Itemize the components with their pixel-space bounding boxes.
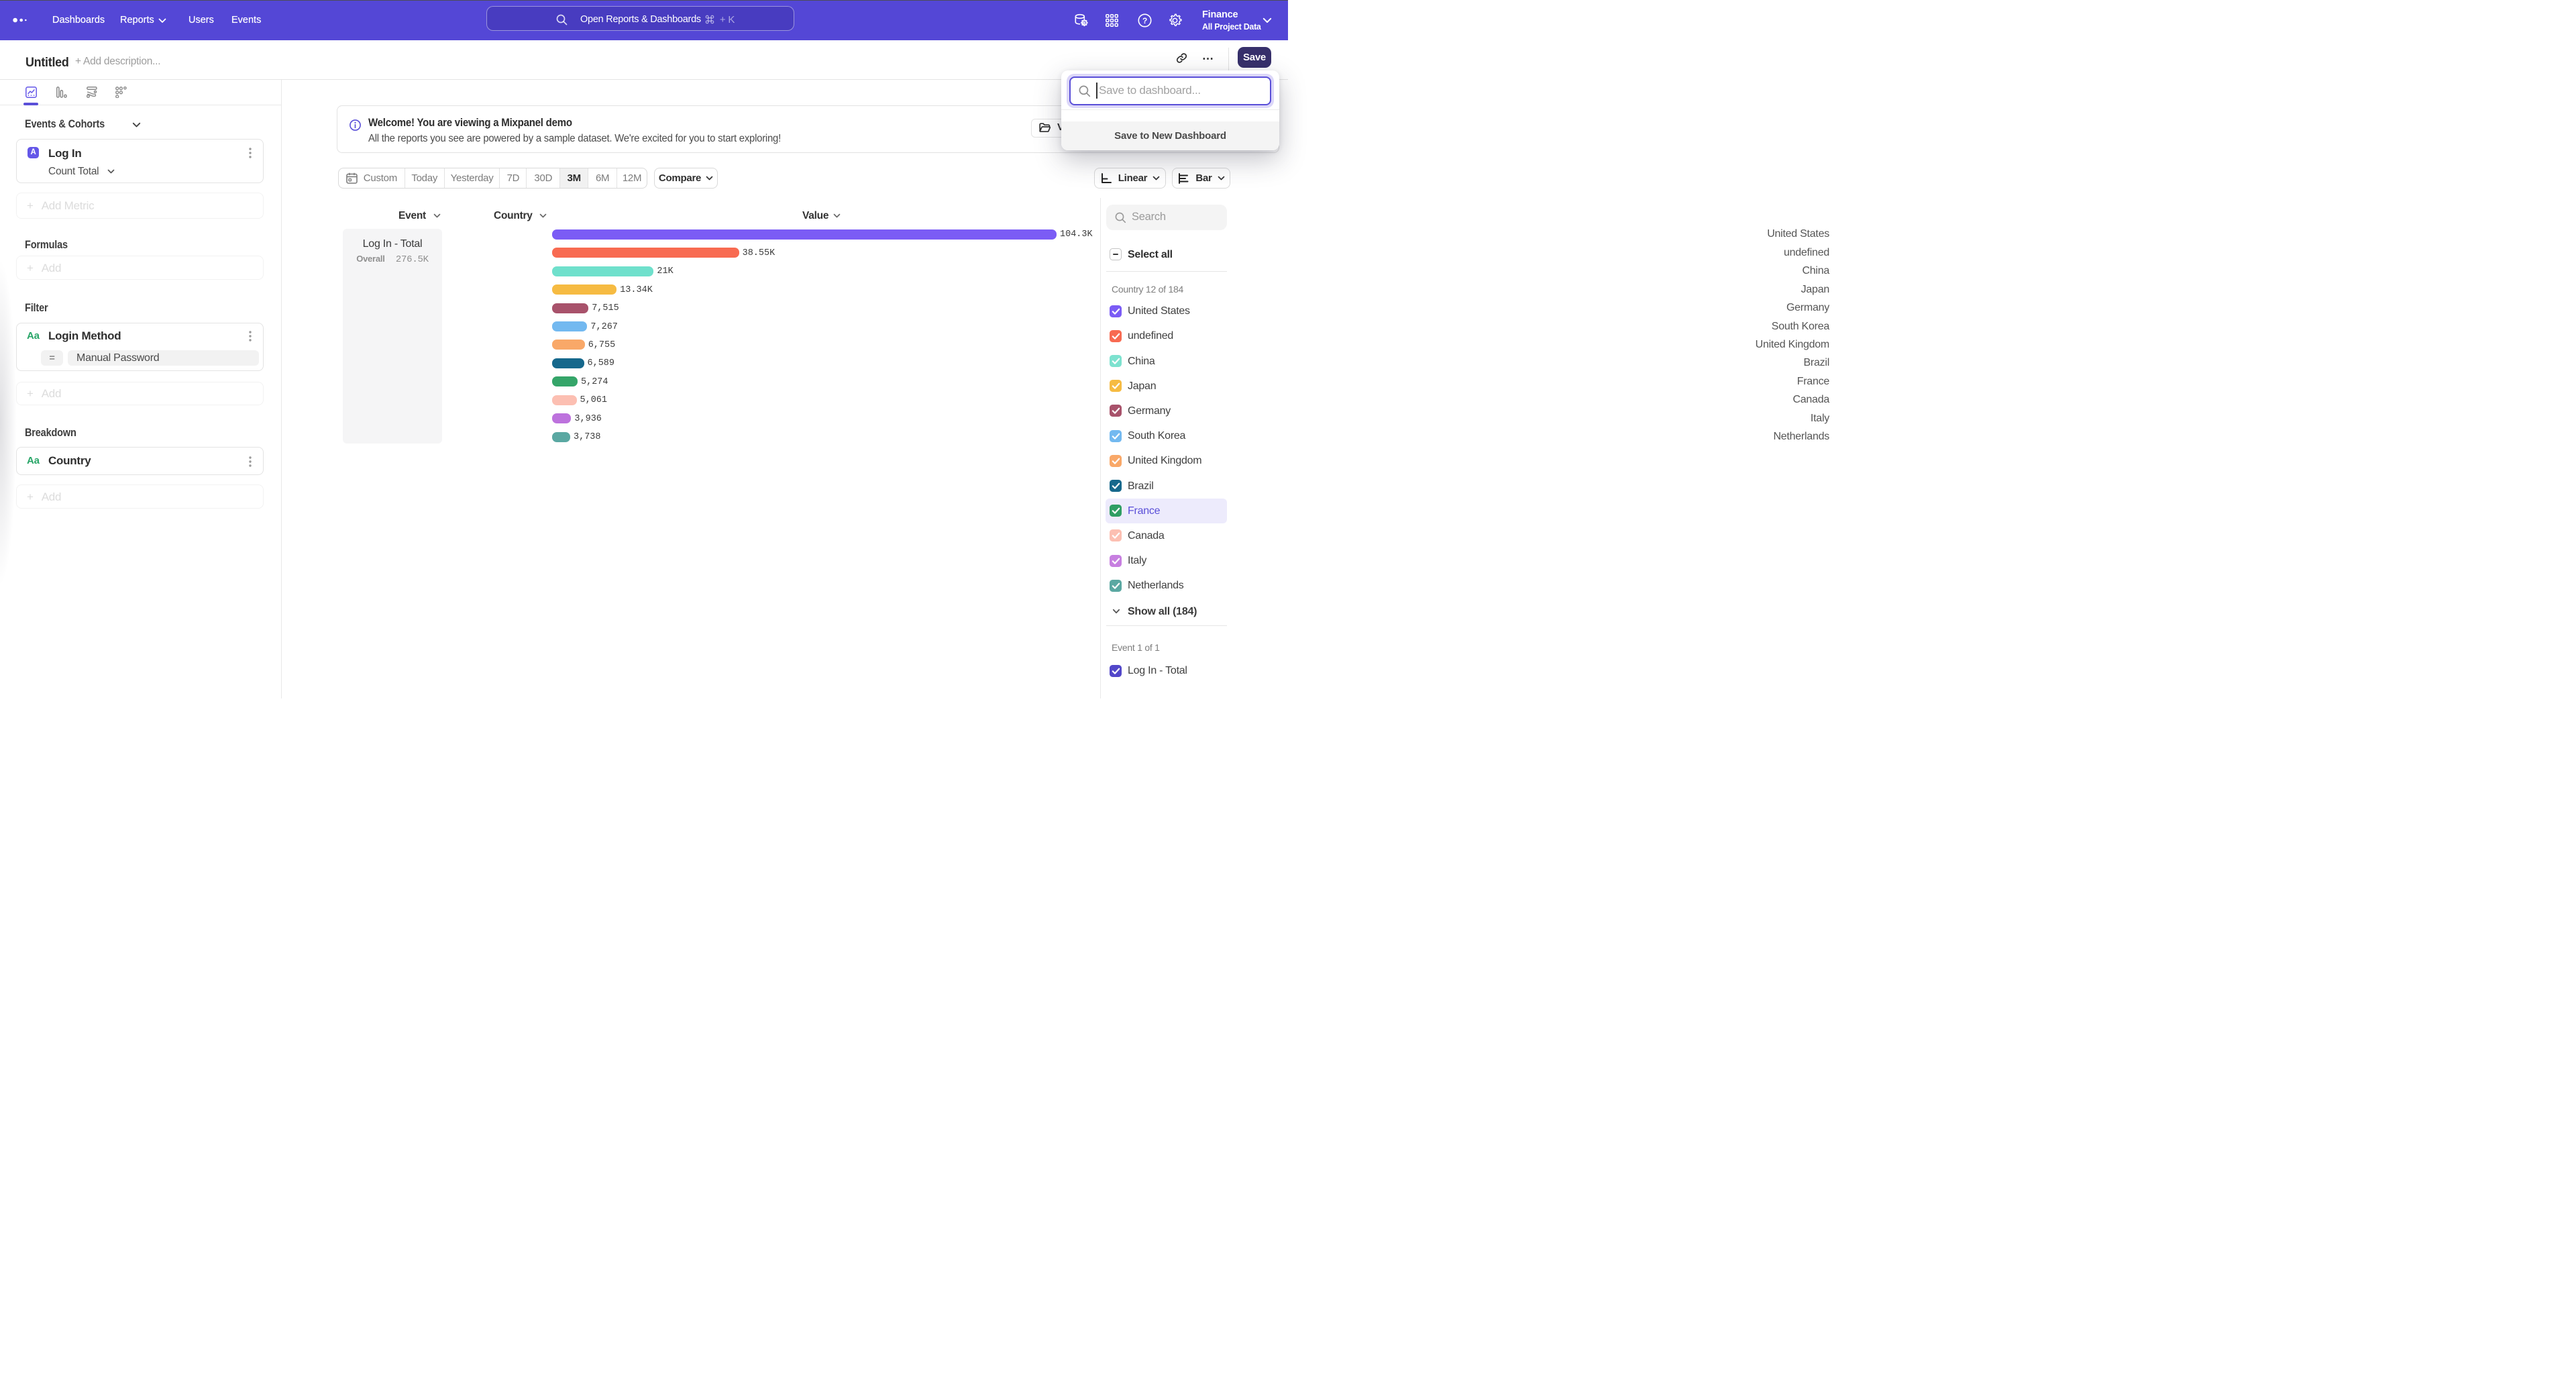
svg-text:?: ? (1142, 16, 1147, 25)
